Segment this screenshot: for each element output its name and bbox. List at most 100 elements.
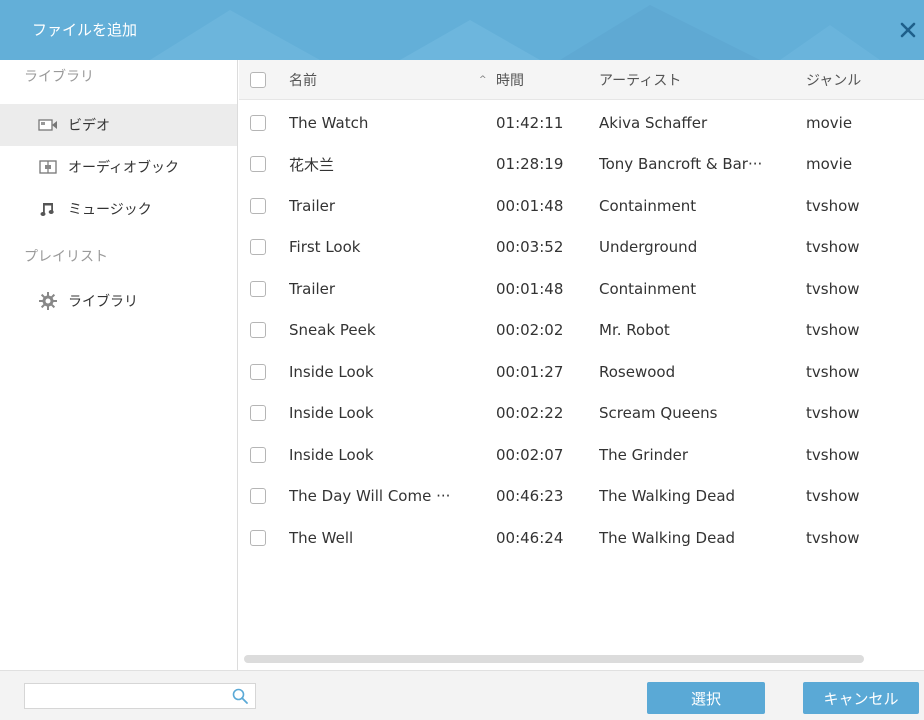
- sidebar-item-label: ビデオ: [68, 118, 110, 134]
- cell-name: The Day Will Come ···: [289, 487, 451, 506]
- cell-artist: Rosewood: [599, 362, 676, 381]
- file-table: 名前 ^ 時間 アーティスト ジャンル The Watch 01:42:11 Aki…: [239, 60, 924, 670]
- cell-time: 00:46:23: [496, 487, 564, 506]
- cell-artist: The Grinder: [599, 445, 689, 464]
- row-checkbox-cell: [250, 227, 270, 269]
- cancel-button[interactable]: キャンセル: [803, 682, 919, 714]
- sidebar-item-label: ライブラリ: [68, 294, 138, 310]
- search-icon[interactable]: [231, 687, 249, 705]
- cell-genre: movie: [806, 155, 853, 174]
- cell-artist: Mr. Robot: [599, 321, 670, 340]
- table-row[interactable]: The Well 00:46:24 The Walking Dead tvshow: [239, 517, 924, 559]
- horizontal-scrollbar[interactable]: [244, 655, 864, 663]
- cell-artist: Underground: [599, 238, 698, 257]
- cell-name: 花木兰: [289, 155, 335, 174]
- select-all-cell: [250, 60, 270, 99]
- sidebar-playlist-library[interactable]: ライブラリ: [0, 280, 237, 322]
- cell-time: 01:28:19: [496, 155, 564, 174]
- cell-artist: Scream Queens: [599, 404, 718, 423]
- cell-artist: The Walking Dead: [599, 487, 736, 506]
- row-checkbox[interactable]: [250, 488, 266, 505]
- cell-name: Inside Look: [289, 362, 374, 381]
- cell-genre: tvshow: [806, 321, 860, 340]
- cell-genre: tvshow: [806, 528, 860, 547]
- sidebar-header-library: ライブラリ: [24, 69, 94, 85]
- cell-artist: Akiva Schaffer: [599, 113, 708, 132]
- cell-genre: tvshow: [806, 238, 860, 257]
- row-checkbox[interactable]: [250, 239, 266, 256]
- row-checkbox-cell: [250, 144, 270, 186]
- cell-artist: The Walking Dead: [599, 528, 736, 547]
- table-row[interactable]: Inside Look 00:02:22 Scream Queens tvshow: [239, 393, 924, 435]
- table-row[interactable]: 花木兰 01:28:19 Tony Bancroft & Bar··· movie: [239, 144, 924, 186]
- title-bar-decoration: [150, 5, 880, 60]
- sidebar-item-audiobook[interactable]: オーディオブック: [0, 146, 237, 188]
- sidebar-header-playlist: プレイリスト: [24, 249, 108, 265]
- row-checkbox[interactable]: [250, 529, 266, 546]
- cell-name: The Watch: [289, 113, 369, 132]
- select-button[interactable]: 選択: [647, 682, 765, 714]
- cell-name: The Well: [289, 528, 354, 547]
- row-checkbox-cell: [250, 476, 270, 518]
- sidebar-item-label: ミュージック: [68, 202, 152, 218]
- table-row[interactable]: Inside Look 00:01:27 Rosewood tvshow: [239, 351, 924, 393]
- row-checkbox-cell: [250, 268, 270, 310]
- cell-name: Sneak Peek: [289, 321, 376, 340]
- music-note-icon: [38, 199, 58, 219]
- cell-time: 00:46:24: [496, 528, 564, 547]
- table-row[interactable]: First Look 00:03:52 Underground tvshow: [239, 227, 924, 269]
- row-checkbox[interactable]: [250, 197, 266, 214]
- cell-name: Trailer: [289, 279, 336, 298]
- cell-genre: tvshow: [806, 445, 860, 464]
- row-checkbox-cell: [250, 310, 270, 352]
- cell-time: 00:03:52: [496, 238, 564, 257]
- sidebar-item-label: オーディオブック: [68, 160, 180, 176]
- row-checkbox-cell: [250, 351, 270, 393]
- title-bar: ファイルを追加: [0, 0, 924, 60]
- row-checkbox[interactable]: [250, 156, 266, 173]
- sort-ascending-icon: ^: [479, 75, 487, 85]
- column-header-name[interactable]: 名前: [289, 60, 484, 99]
- cell-name: Trailer: [289, 196, 336, 215]
- table-row[interactable]: Inside Look 00:02:07 The Grinder tvshow: [239, 434, 924, 476]
- sidebar-item-video[interactable]: ビデオ: [0, 104, 237, 146]
- table-row[interactable]: The Watch 01:42:11 Akiva Schaffer movie: [239, 102, 924, 144]
- cell-time: 00:01:27: [496, 362, 564, 381]
- select-all-checkbox[interactable]: [250, 71, 266, 88]
- cell-genre: tvshow: [806, 362, 860, 381]
- cell-artist: Tony Bancroft & Bar···: [599, 155, 763, 174]
- cell-name: Inside Look: [289, 404, 374, 423]
- cell-time: 00:02:07: [496, 445, 564, 464]
- table-row[interactable]: The Day Will Come ··· 00:46:23 The Walking…: [239, 476, 924, 518]
- cell-genre: tvshow: [806, 279, 860, 298]
- sidebar-item-music[interactable]: ミュージック: [0, 188, 237, 230]
- column-header-genre[interactable]: ジャンル: [806, 60, 916, 99]
- cell-name: First Look: [289, 238, 361, 257]
- row-checkbox-cell: [250, 517, 270, 559]
- row-checkbox-cell: [250, 393, 270, 435]
- search-box: [24, 683, 256, 709]
- table-row[interactable]: Trailer 00:01:48 Containment tvshow: [239, 185, 924, 227]
- table-body: The Watch 01:42:11 Akiva Schaffer movie 花木兰 0…: [239, 102, 924, 559]
- row-checkbox-cell: [250, 434, 270, 476]
- video-icon: [38, 115, 58, 135]
- row-checkbox[interactable]: [250, 114, 266, 131]
- audiobook-icon: [38, 157, 58, 177]
- table-header: 名前 ^ 時間 アーティスト ジャンル: [239, 60, 924, 100]
- cell-artist: Containment: [599, 196, 697, 215]
- row-checkbox[interactable]: [250, 280, 266, 297]
- table-row[interactable]: Sneak Peek 00:02:02 Mr. Robot tvshow: [239, 310, 924, 352]
- close-button[interactable]: [896, 18, 920, 42]
- close-icon: [900, 22, 916, 38]
- cell-artist: Containment: [599, 279, 697, 298]
- row-checkbox[interactable]: [250, 405, 266, 422]
- cell-time: 01:42:11: [496, 113, 564, 132]
- search-input[interactable]: [25, 684, 225, 708]
- row-checkbox[interactable]: [250, 322, 266, 339]
- column-header-artist[interactable]: アーティスト: [599, 60, 799, 99]
- row-checkbox[interactable]: [250, 363, 266, 380]
- column-header-time[interactable]: 時間: [496, 60, 591, 99]
- table-row[interactable]: Trailer 00:01:48 Containment tvshow: [239, 268, 924, 310]
- cell-name: Inside Look: [289, 445, 374, 464]
- row-checkbox[interactable]: [250, 446, 266, 463]
